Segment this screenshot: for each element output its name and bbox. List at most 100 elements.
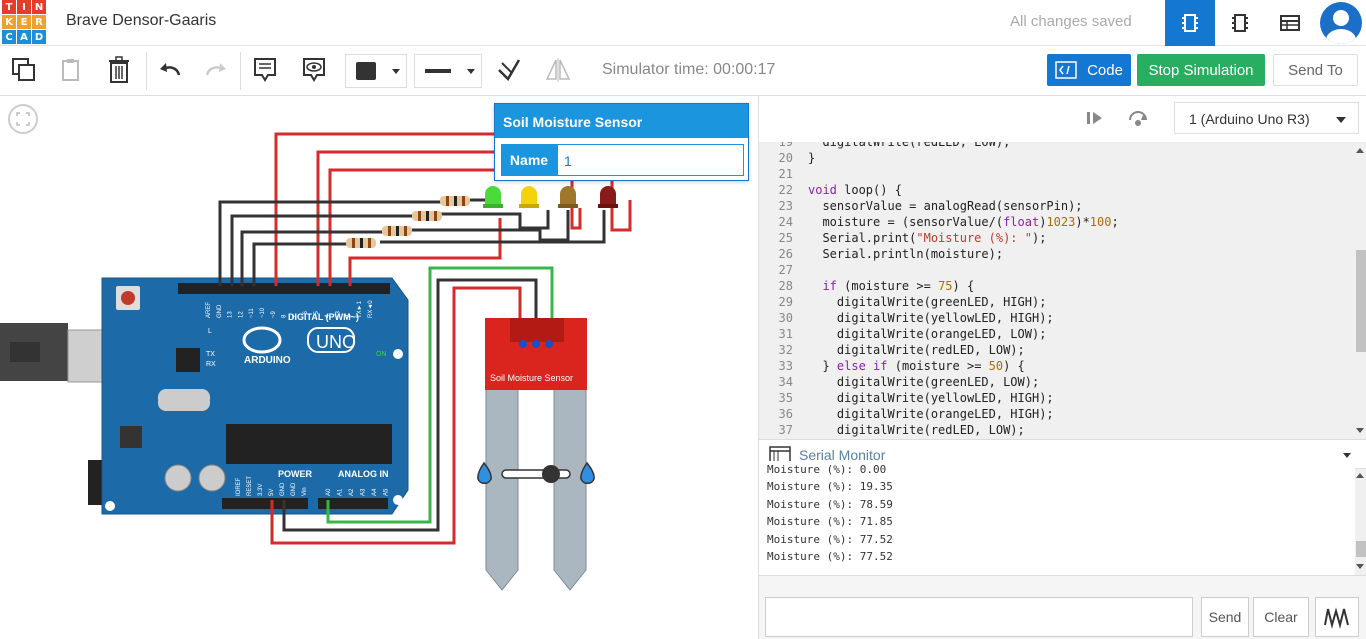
graph-button[interactable] xyxy=(1315,597,1359,637)
resistor[interactable] xyxy=(382,226,412,236)
led-red[interactable] xyxy=(598,186,618,208)
code-line[interactable]: 24 moisture = (sensorValue/(float)1023)*… xyxy=(759,214,1355,230)
code-line[interactable]: 27 xyxy=(759,262,1355,278)
scroll-thumb[interactable] xyxy=(1356,250,1366,352)
pin-label: GND xyxy=(217,304,223,318)
code-line[interactable]: 31 digitalWrite(orangeLED, LOW); xyxy=(759,326,1355,342)
code-line[interactable]: 30 digitalWrite(yellowLED, HIGH); xyxy=(759,310,1355,326)
stop-simulation-button[interactable]: Stop Simulation xyxy=(1137,54,1265,86)
component-properties-popup: Soil Moisture Sensor Name 1 xyxy=(494,103,749,181)
chevron-down-icon[interactable] xyxy=(1343,453,1351,458)
logo-letter: K xyxy=(2,15,16,29)
code-line[interactable]: 34 digitalWrite(greenLED, LOW); xyxy=(759,374,1355,390)
resistor[interactable] xyxy=(412,211,442,221)
line-number: 22 xyxy=(778,183,793,197)
code-line[interactable]: 25 Serial.print("Moisture (%): "); xyxy=(759,230,1355,246)
line-number: 31 xyxy=(778,327,793,341)
logo-letter: C xyxy=(2,30,16,44)
code-scrollbar[interactable] xyxy=(1355,142,1366,439)
circuit-view-button[interactable] xyxy=(1165,0,1215,46)
line-number: 27 xyxy=(778,263,793,277)
component-list-button[interactable] xyxy=(1265,0,1315,46)
led-orange[interactable] xyxy=(558,186,578,208)
resistor[interactable] xyxy=(346,238,376,248)
delete-button[interactable] xyxy=(105,56,133,84)
code-text: } xyxy=(808,151,816,165)
tinkercad-logo[interactable]: TIN KER CAD xyxy=(2,0,46,44)
slider-handle[interactable] xyxy=(542,465,560,483)
redo-button[interactable] xyxy=(202,56,230,84)
scroll-thumb[interactable] xyxy=(1356,541,1366,557)
pin-label: ~11 xyxy=(249,308,255,318)
code-line[interactable]: 35 digitalWrite(yellowLED, HIGH); xyxy=(759,390,1355,406)
code-text: } else if (moisture >= 50) { xyxy=(808,359,1025,373)
led-yellow[interactable] xyxy=(519,186,539,208)
align-button[interactable] xyxy=(495,56,523,84)
led-green[interactable] xyxy=(483,186,503,208)
code-line[interactable]: 19 digitalWrite(redLED, LOW); xyxy=(759,142,1355,150)
pin-label: Vin xyxy=(302,487,308,496)
flip-button[interactable] xyxy=(544,56,572,84)
wire-red[interactable] xyxy=(348,218,502,286)
serial-line: Moisture (%): 0.00 xyxy=(767,463,887,476)
code-text: digitalWrite(orangeLED, HIGH); xyxy=(808,407,1054,421)
code-line[interactable]: 23 sensorValue = analogRead(sensorPin); xyxy=(759,198,1355,214)
project-title[interactable]: Brave Densor-Gaaris xyxy=(66,12,216,30)
board-select-value: 1 (Arduino Uno R3) xyxy=(1189,111,1310,127)
flip-icon xyxy=(545,58,571,82)
code-line[interactable]: 36 digitalWrite(orangeLED, HIGH); xyxy=(759,406,1355,422)
serial-send-button[interactable]: Send xyxy=(1201,597,1249,637)
copy-button[interactable] xyxy=(10,56,38,84)
code-line[interactable]: 28 if (moisture >= 75) { xyxy=(759,278,1355,294)
step-over-button[interactable] xyxy=(1127,108,1149,133)
step-button[interactable] xyxy=(1085,108,1105,133)
serial-clear-button[interactable]: Clear xyxy=(1253,597,1309,637)
send-to-button[interactable]: Send To xyxy=(1273,54,1358,86)
serial-output: Moisture (%): 0.00 Moisture (%): 19.35 Moi… xyxy=(759,461,1355,575)
capacitor xyxy=(164,464,192,492)
code-line[interactable]: 26 Serial.println(moisture); xyxy=(759,246,1355,262)
notes-button[interactable] xyxy=(251,56,279,84)
mount-hole xyxy=(393,349,403,359)
line-number: 32 xyxy=(778,343,793,357)
user-icon xyxy=(1326,10,1356,44)
logo-letter: A xyxy=(17,30,31,44)
pin-label: ~9 xyxy=(271,310,277,318)
code-text: digitalWrite(redLED, LOW); xyxy=(808,343,1025,357)
line-number: 36 xyxy=(778,407,793,421)
code-line[interactable]: 33 } else if (moisture >= 50) { xyxy=(759,358,1355,374)
logo-letter: R xyxy=(32,15,46,29)
code-text: digitalWrite(yellowLED, HIGH); xyxy=(808,311,1054,325)
code-line[interactable]: 37 digitalWrite(redLED, LOW); xyxy=(759,422,1355,438)
board-select[interactable]: 1 (Arduino Uno R3) xyxy=(1174,102,1359,134)
schematic-view-button[interactable] xyxy=(1215,0,1265,46)
redo-icon xyxy=(205,63,226,76)
digital-header xyxy=(178,283,390,294)
resistor[interactable] xyxy=(440,196,470,206)
graph-icon xyxy=(1324,607,1349,629)
name-input[interactable]: 1 xyxy=(557,144,744,176)
code-text: digitalWrite(orangeLED, LOW); xyxy=(808,327,1047,341)
code-line[interactable]: 20} xyxy=(759,150,1355,166)
circuit-canvas[interactable]: UNO ARDUINO DIGITAL (PWM~) POWER ANALOG … xyxy=(0,96,758,639)
code-line[interactable]: 22 void loop() { xyxy=(759,182,1355,198)
code-line[interactable]: 32 digitalWrite(redLED, LOW); xyxy=(759,342,1355,358)
fill-color-dropdown[interactable] xyxy=(345,54,407,88)
paste-icon xyxy=(62,59,79,81)
paste-button[interactable] xyxy=(57,56,85,84)
line-style-dropdown[interactable] xyxy=(414,54,482,88)
code-button[interactable]: Code xyxy=(1047,54,1131,86)
tx-label: TX xyxy=(206,351,215,358)
code-line[interactable]: 29 digitalWrite(greenLED, HIGH); xyxy=(759,294,1355,310)
serial-input[interactable] xyxy=(765,597,1193,637)
code-line[interactable]: 21 xyxy=(759,166,1355,182)
soil-moisture-sensor[interactable]: Soil Moisture Sensor xyxy=(485,318,587,591)
microcontroller-chip xyxy=(226,424,392,464)
pin-label: AREF xyxy=(206,302,212,318)
code-editor[interactable]: 19 digitalWrite(redLED, LOW); 20} 21 22 void… xyxy=(759,142,1355,439)
serial-scrollbar[interactable] xyxy=(1355,469,1366,575)
user-avatar[interactable] xyxy=(1320,2,1362,44)
undo-button[interactable] xyxy=(156,56,184,84)
code-button-label: Code xyxy=(1087,61,1123,79)
toggle-notes-button[interactable] xyxy=(300,56,328,84)
